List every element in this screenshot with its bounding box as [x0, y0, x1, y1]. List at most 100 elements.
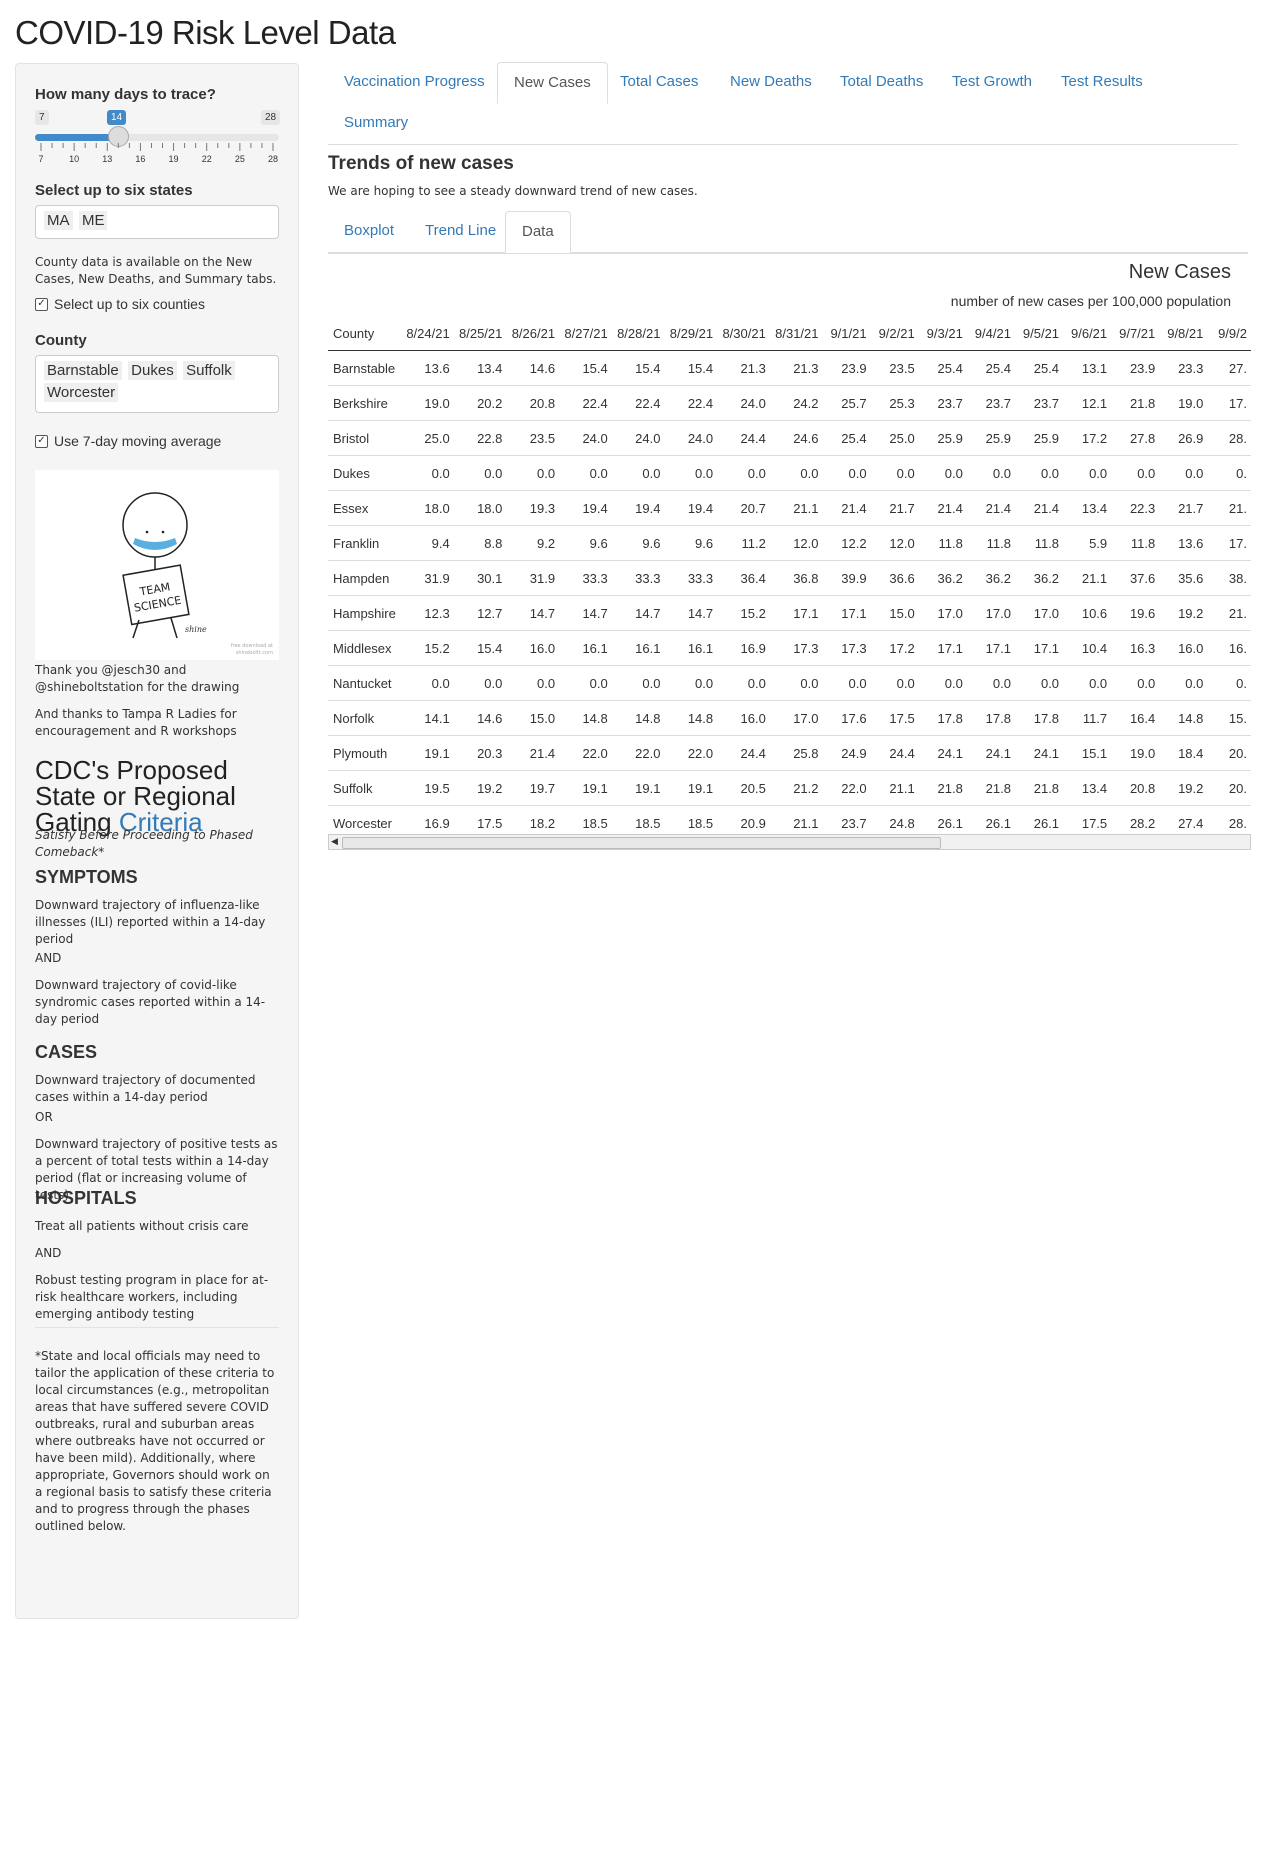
- value-cell: 0.0: [769, 665, 823, 701]
- tab-test-results[interactable]: Test Results: [1045, 62, 1159, 102]
- column-header-date[interactable]: 8/29/21: [664, 317, 718, 351]
- states-select[interactable]: MA ME: [35, 205, 279, 239]
- cdc-title: CDC's Proposed State or Regional Gating …: [35, 757, 279, 835]
- value-cell: 20.8: [506, 385, 560, 421]
- value-cell: 31.9: [506, 560, 560, 596]
- scroll-thumb[interactable]: [342, 837, 941, 849]
- tab-trend-line[interactable]: Trend Line: [409, 211, 512, 251]
- county-chip[interactable]: Worcester: [44, 383, 119, 402]
- tab-new-deaths[interactable]: New Deaths: [714, 62, 828, 102]
- value-cell: 19.1: [559, 770, 612, 806]
- value-cell: 12.7: [453, 595, 507, 631]
- county-cell: Essex: [328, 490, 401, 526]
- value-cell: 22.4: [664, 385, 718, 421]
- value-cell: 21.2: [769, 770, 823, 806]
- column-header-date[interactable]: 9/9/2: [1207, 317, 1251, 351]
- county-select[interactable]: Barnstable Dukes Suffolk Worcester: [35, 355, 279, 413]
- section-title: Trends of new cases: [328, 153, 514, 174]
- value-cell: 17.8: [1014, 700, 1064, 736]
- table-subtitle: number of new cases per 100,000 populati…: [950, 293, 1231, 309]
- tab-total-cases[interactable]: Total Cases: [604, 62, 714, 102]
- value-cell: 17.1: [966, 630, 1015, 666]
- value-cell: 0.0: [506, 455, 560, 491]
- tab-data[interactable]: Data: [505, 211, 571, 253]
- tab-test-growth[interactable]: Test Growth: [936, 62, 1048, 102]
- column-header-date[interactable]: 9/3/21: [918, 317, 967, 351]
- value-cell: 33.3: [611, 560, 665, 596]
- value-cell: 19.7: [506, 770, 560, 806]
- column-header-date[interactable]: 9/7/21: [1111, 317, 1160, 351]
- select-counties-checkbox-row[interactable]: ✓ Select up to six counties: [35, 296, 205, 312]
- column-header-date[interactable]: 8/30/21: [717, 317, 770, 351]
- value-cell: 16.0: [506, 630, 560, 666]
- value-cell: 0.0: [401, 455, 454, 491]
- county-chip[interactable]: Dukes: [128, 361, 177, 380]
- state-chip[interactable]: MA: [44, 211, 73, 230]
- column-header-date[interactable]: 8/27/21: [559, 317, 612, 351]
- column-header-date[interactable]: 9/4/21: [966, 317, 1015, 351]
- slider-min-label: 7: [35, 110, 49, 125]
- value-cell: 21.7: [1159, 490, 1208, 526]
- value-cell: 0.0: [506, 665, 560, 701]
- value-cell: 10.6: [1063, 595, 1112, 631]
- value-cell: 24.0: [559, 420, 612, 456]
- and-connector: AND: [35, 1246, 62, 1260]
- column-header-date[interactable]: 8/24/21: [401, 317, 454, 351]
- tab-total-deaths[interactable]: Total Deaths: [824, 62, 939, 102]
- county-cell: Barnstable: [328, 350, 401, 386]
- tab-boxplot[interactable]: Boxplot: [328, 211, 410, 251]
- signature: shine: [185, 625, 207, 634]
- table-row: Berkshire 19.0 20.2 20.8 22.4 22.4 22.4 24.0 24.…: [328, 385, 1251, 421]
- value-cell: 11.8: [966, 525, 1015, 561]
- county-chip[interactable]: Barnstable: [44, 361, 122, 380]
- value-cell: 14.7: [506, 595, 560, 631]
- value-cell: 0.0: [1159, 665, 1208, 701]
- value-cell: 21.8: [918, 770, 967, 806]
- moving-avg-checkbox-row[interactable]: ✓ Use 7-day moving average: [35, 433, 221, 449]
- value-cell: 15.4: [559, 350, 612, 386]
- value-cell: 16.1: [664, 630, 718, 666]
- value-cell: 15.0: [506, 700, 560, 736]
- value-cell: 23.5: [506, 420, 560, 456]
- tab-summary[interactable]: Summary: [328, 103, 424, 143]
- value-cell: 20.3: [453, 735, 507, 771]
- tab-vaccination-progress[interactable]: Vaccination Progress: [328, 62, 501, 102]
- value-cell: 21.3: [769, 350, 823, 386]
- value-cell: 25.3: [870, 385, 919, 421]
- thanks-tampa: And thanks to Tampa R Ladies for encoura…: [35, 707, 237, 738]
- value-cell: 17.8: [966, 700, 1015, 736]
- value-cell: 20.8: [1111, 770, 1160, 806]
- value-cell: 15.4: [611, 350, 665, 386]
- column-header-date[interactable]: 9/5/21: [1014, 317, 1064, 351]
- value-cell: 19.0: [1111, 735, 1160, 771]
- horizontal-scrollbar[interactable]: ◀: [328, 834, 1251, 850]
- column-header-county[interactable]: County: [328, 317, 401, 351]
- value-cell: 23.9: [822, 350, 871, 386]
- data-table-container[interactable]: New Cases number of new cases per 100,00…: [328, 253, 1251, 853]
- view-tabs: Boxplot Trend Line Data: [328, 211, 1248, 254]
- moving-avg-checkbox[interactable]: ✓: [35, 434, 48, 448]
- value-cell: 25.4: [1014, 350, 1064, 386]
- value-cell: 12.2: [822, 525, 871, 561]
- column-header-date[interactable]: 9/6/21: [1063, 317, 1112, 351]
- value-cell: 23.3: [1159, 350, 1208, 386]
- column-header-date[interactable]: 9/1/21: [822, 317, 871, 351]
- county-cell: Berkshire: [328, 385, 401, 421]
- tab-new-cases[interactable]: New Cases: [497, 62, 608, 104]
- county-chip[interactable]: Suffolk: [183, 361, 235, 380]
- column-header-date[interactable]: 8/31/21: [769, 317, 823, 351]
- column-header-date[interactable]: 8/25/21: [453, 317, 507, 351]
- select-counties-checkbox[interactable]: ✓: [35, 297, 48, 311]
- column-header-date[interactable]: 8/28/21: [611, 317, 665, 351]
- table-row: Middlesex 15.2 15.4 16.0 16.1 16.1 16.1 16.9 17.…: [328, 630, 1251, 666]
- column-header-date[interactable]: 8/26/21: [506, 317, 560, 351]
- value-cell: 13.4: [453, 350, 507, 386]
- value-cell: 17.2: [870, 630, 919, 666]
- column-header-date[interactable]: 9/2/21: [870, 317, 919, 351]
- value-cell: 17.3: [822, 630, 871, 666]
- value-cell: 12.1: [1063, 385, 1112, 421]
- scroll-left-icon[interactable]: ◀: [331, 836, 338, 847]
- column-header-date[interactable]: 9/8/21: [1159, 317, 1208, 351]
- state-chip[interactable]: ME: [78, 211, 108, 230]
- value-cell: 25.0: [870, 420, 919, 456]
